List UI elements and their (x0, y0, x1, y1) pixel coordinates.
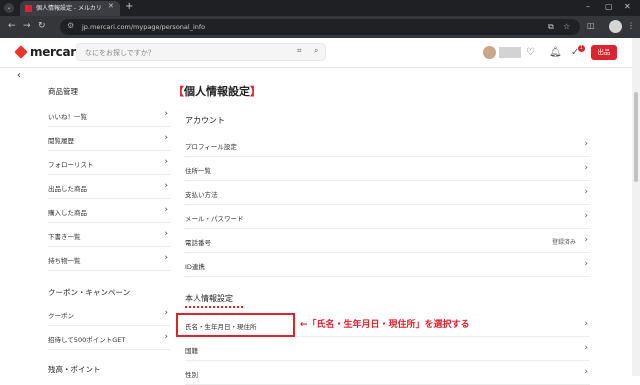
mercari-favicon-icon (25, 5, 32, 12)
chevron-right-icon: › (584, 235, 588, 245)
chevron-right-icon: › (164, 133, 168, 143)
chevron-right-icon: › (164, 205, 168, 215)
sidebar-heading-products: 商品管理 (48, 87, 78, 96)
heading-underline (185, 306, 243, 308)
maximize-icon[interactable]: ▢ (605, 2, 613, 11)
chevron-right-icon: › (164, 253, 168, 263)
url-text[interactable]: jp.mercari.com/mypage/personal_info (82, 23, 205, 31)
row-nationality[interactable]: 国籍 › (185, 337, 590, 361)
search-input[interactable]: なにをお探しですか？ ⌗ ⌕ (76, 43, 326, 61)
username-redacted[interactable] (499, 47, 521, 58)
site-info-icon[interactable]: ⚙ (67, 21, 74, 30)
chevron-right-icon: › (584, 211, 588, 221)
image-search-icon[interactable]: ⌗ (297, 46, 302, 56)
chevron-right-icon: › (584, 187, 588, 197)
sidebar-item-history[interactable]: 閲覧履歴 › (48, 127, 170, 151)
sidebar-item-invite[interactable]: 招待して500ポイントGET › (48, 326, 170, 350)
site-header: mercari なにをお探しですか？ ⌗ ⌕ ♡ 🔔︎ ✓ 1 出品 (0, 38, 632, 68)
chevron-right-icon: › (164, 229, 168, 239)
bell-icon[interactable]: 🔔︎ (549, 47, 562, 58)
account-heading: アカウント (185, 116, 225, 125)
row-profile[interactable]: プロフィール設定 › (185, 133, 590, 157)
chevron-right-icon: › (584, 319, 588, 329)
close-tab-icon[interactable]: ✕ (108, 2, 114, 10)
sidebar-heading-balance: 残高・ポイント (48, 365, 101, 374)
browser-menu-icon[interactable]: ⋮ (627, 21, 635, 30)
browser-profile-icon[interactable] (609, 20, 622, 33)
browser-toolbar: ← → ↻ ⚙ jp.mercari.com/mypage/personal_i… (0, 16, 640, 38)
row-email-password[interactable]: メール・パスワード › (185, 205, 590, 229)
search-icon[interactable]: ⌕ (314, 46, 318, 56)
scrollbar-thumb[interactable] (634, 92, 638, 182)
bookmark-star-icon[interactable]: ☆ (563, 22, 570, 31)
sidebar-item-belongings[interactable]: 持ち物一覧 › (48, 247, 170, 271)
chevron-right-icon: › (164, 181, 168, 191)
browser-tab[interactable]: 個人情報設定 - メルカリ ✕ (20, 1, 120, 16)
phone-status: 登録済み (551, 239, 576, 246)
avatar[interactable] (483, 46, 496, 59)
tab-search-icon[interactable]: ⌄ (4, 3, 14, 13)
sidebar-item-drafts[interactable]: 下書き一覧 › (48, 223, 170, 247)
minimize-icon[interactable]: – (586, 2, 590, 11)
personal-heading: 本人情報設定 (185, 294, 233, 303)
sidebar-item-purchased[interactable]: 購入した商品 › (48, 199, 170, 223)
reload-icon[interactable]: ↻ (38, 21, 46, 31)
close-window-icon[interactable]: ✕ (624, 2, 631, 11)
chevron-right-icon: › (584, 163, 588, 173)
back-arrow-icon[interactable]: ← (8, 21, 16, 31)
address-bar[interactable]: ⚙ jp.mercari.com/mypage/personal_info ⧉ … (60, 19, 580, 35)
chevron-right-icon: › (584, 343, 588, 353)
sell-button[interactable]: 出品 (591, 45, 617, 60)
chevron-right-icon: › (164, 308, 168, 318)
new-tab-icon[interactable]: + (125, 1, 133, 12)
chevron-right-icon: › (164, 332, 168, 342)
chevron-right-icon: › (584, 259, 588, 269)
row-address[interactable]: 住所一覧 › (185, 157, 590, 181)
highlight-box (176, 313, 295, 337)
page-title: 【個人情報設定】 (173, 85, 261, 98)
chevron-right-icon: › (584, 139, 588, 149)
row-payment[interactable]: 支払い方法 › (185, 181, 590, 205)
sidebar-item-coupon[interactable]: クーポン › (48, 302, 170, 326)
heart-icon[interactable]: ♡ (526, 47, 535, 58)
row-id-link[interactable]: ID連携 › (185, 253, 590, 277)
annotation-text: ←「氏名・生年月日・現住所」を選択する (300, 320, 470, 330)
chevron-right-icon: › (164, 109, 168, 119)
browser-tab-bar: ⌄ 個人情報設定 - メルカリ ✕ + – ▢ ✕ (0, 0, 640, 16)
sidebar-item-follow[interactable]: フォローリスト › (48, 151, 170, 175)
extensions-icon[interactable]: ◫ (587, 21, 595, 30)
page-scrollbar[interactable] (632, 38, 640, 376)
search-placeholder: なにをお探しですか？ (85, 49, 155, 57)
back-chevron-icon[interactable]: ‹ (17, 70, 21, 81)
mercari-logo-text[interactable]: mercari (30, 45, 80, 59)
row-gender[interactable]: 性別 › (185, 361, 590, 385)
sidebar-heading-coupons: クーポン・キャンペーン (48, 288, 131, 297)
install-icon[interactable]: ⧉ (548, 22, 554, 32)
tab-title: 個人情報設定 - メルカリ (36, 5, 102, 12)
sidebar-item-listed[interactable]: 出品した商品 › (48, 175, 170, 199)
sidebar-item-likes[interactable]: いいね！一覧 › (48, 103, 170, 127)
forward-arrow-icon[interactable]: → (23, 21, 31, 31)
mercari-logo-icon[interactable] (14, 45, 28, 59)
chevron-right-icon: › (164, 157, 168, 167)
row-phone[interactable]: 電話番号 登録済み › (185, 229, 590, 253)
notification-badge: 1 (578, 45, 585, 52)
